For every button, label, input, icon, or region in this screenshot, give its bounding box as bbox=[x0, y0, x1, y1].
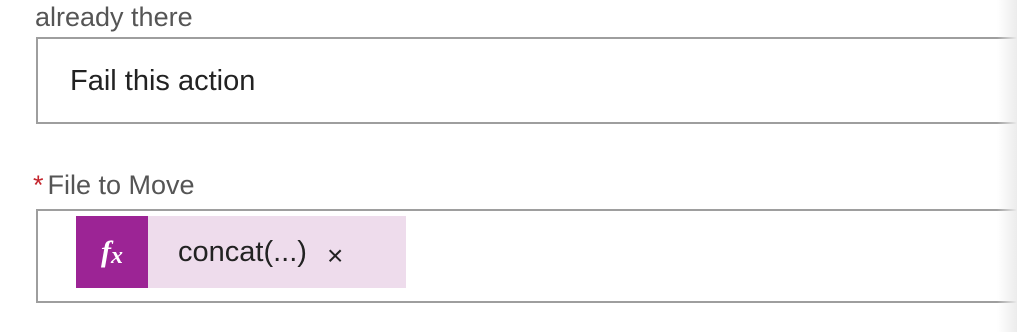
dropdown-selected-value: Fail this action bbox=[70, 65, 256, 97]
scroll-edge-shadow bbox=[997, 0, 1017, 332]
file-to-move-label-text: File to Move bbox=[47, 170, 195, 200]
close-icon[interactable]: × bbox=[327, 240, 343, 272]
field-label-existing-file: already there bbox=[35, 2, 193, 32]
expression-token[interactable]: fx concat(...) × bbox=[76, 216, 406, 288]
if-file-exists-dropdown[interactable]: Fail this action bbox=[36, 37, 1017, 124]
required-marker: * bbox=[33, 170, 44, 200]
file-to-move-input[interactable]: fx concat(...) × bbox=[36, 209, 1017, 303]
expression-token-label: concat(...) bbox=[178, 235, 307, 268]
file-to-move-label: * File to Move bbox=[33, 166, 195, 204]
function-icon: fx bbox=[76, 216, 148, 288]
